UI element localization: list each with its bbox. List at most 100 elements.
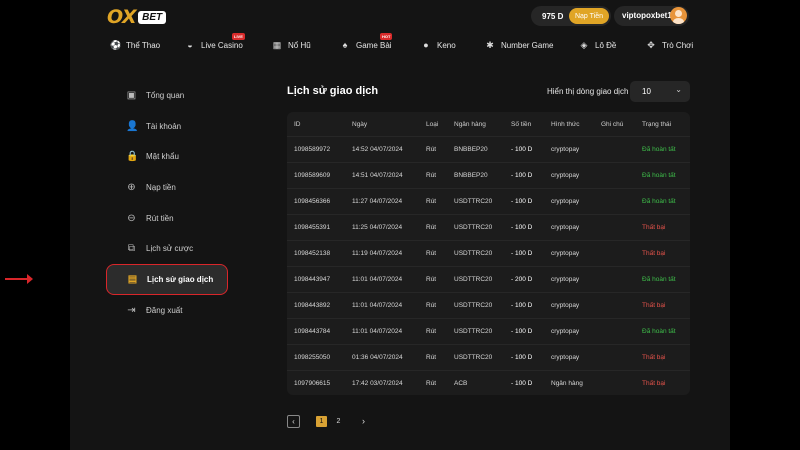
username: viptopoxbet1 xyxy=(622,11,672,20)
table-row: 1098443892 11:01 04/07/2024 Rút USDTTRC20 - … xyxy=(287,292,690,318)
prev-page-button[interactable]: ‹ xyxy=(287,415,300,428)
cell-bank: USDTTRC20 xyxy=(454,354,493,361)
cell-id: 1098589609 xyxy=(294,172,331,179)
cell-date: 14:52 04/07/2024 xyxy=(352,146,403,153)
sidebar-item-label: Mật khẩu xyxy=(146,152,179,161)
cell-id: 1098455391 xyxy=(294,224,331,231)
cell-method: cryptopay xyxy=(551,302,580,309)
transaction-history-icon: ▤ xyxy=(127,274,138,285)
cell-bank: USDTTRC20 xyxy=(454,224,493,231)
column-header-type: Loại xyxy=(426,121,439,128)
cell-method: cryptopay xyxy=(551,328,580,335)
page-1-button[interactable]: 1 xyxy=(316,416,327,427)
cell-type: Rút xyxy=(426,276,437,283)
cell-date: 11:25 04/07/2024 xyxy=(352,224,403,231)
sidebar-item-lich-su-giao-dich[interactable]: ▤ Lịch sử giao dịch xyxy=(106,264,228,295)
table-row: 1098455391 11:25 04/07/2024 Rút USDTTRC20 - … xyxy=(287,214,690,240)
table-row: 1098255050 01:36 04/07/2024 Rút USDTTRC20 - … xyxy=(287,344,690,370)
slot-icon: ▦ xyxy=(272,40,282,50)
cell-date: 11:27 04/07/2024 xyxy=(352,198,403,205)
cell-id: 1098443784 xyxy=(294,328,331,335)
deposit-button[interactable]: Nạp Tiền xyxy=(568,8,609,24)
cell-status: Đã hoàn tất xyxy=(642,198,676,205)
page-2-button[interactable]: 2 xyxy=(333,416,344,427)
user-menu[interactable]: viptopoxbet1 xyxy=(614,6,689,26)
number-wheel-icon: ✱ xyxy=(486,40,494,50)
cell-amount: - 100 D xyxy=(511,302,533,309)
nav-item-label: Number Game xyxy=(501,40,554,50)
nav-item-keno[interactable]: ● Keno xyxy=(421,40,455,50)
nav-item-no-hu[interactable]: ▦ Nổ Hũ xyxy=(272,40,311,50)
keno-ball-icon: ● xyxy=(423,40,429,50)
cell-status: Thất bại xyxy=(642,224,666,231)
cell-date: 17:42 03/07/2024 xyxy=(352,380,403,387)
column-header-date: Ngày xyxy=(352,121,368,128)
cell-id: 1098255050 xyxy=(294,354,331,361)
nav-item-label: Nổ Hũ xyxy=(288,40,311,50)
table-row: 1098589609 14:51 04/07/2024 Rút BNBBEP20 - 1… xyxy=(287,162,690,188)
cell-type: Rút xyxy=(426,146,437,153)
cell-bank: ACB xyxy=(454,380,468,387)
sidebar-item-tai-khoan[interactable]: 👤 Tài khoản xyxy=(126,121,181,132)
annotation-arrow xyxy=(5,274,33,284)
sidebar-item-tong-quan[interactable]: ▣ Tổng quan xyxy=(126,90,185,101)
nav-item-the-thao[interactable]: ⚽ Thể Thao xyxy=(110,40,160,50)
page-title: Lịch sử giao dịch xyxy=(287,85,379,97)
live-badge: LIVE xyxy=(232,33,245,40)
cell-type: Rút xyxy=(426,354,437,361)
bet-history-icon: ⧉ xyxy=(127,243,136,254)
deposit-icon: ⊕ xyxy=(127,182,136,193)
next-page-button[interactable]: › xyxy=(357,415,370,428)
nav-item-tro-choi[interactable]: ✥ Trò Chơi xyxy=(646,40,693,50)
soccer-ball-icon: ⚽ xyxy=(110,40,122,50)
column-header-id: ID xyxy=(294,121,301,128)
cell-method: cryptopay xyxy=(551,250,580,257)
table-row: 1097906615 17:42 03/07/2024 Rút ACB - 100 D N… xyxy=(287,370,690,396)
cell-amount: - 100 D xyxy=(511,250,533,257)
logout-icon: ⇥ xyxy=(127,305,136,316)
cell-bank: USDTTRC20 xyxy=(454,328,493,335)
avatar[interactable] xyxy=(670,7,687,24)
sidebar-item-rut-tien[interactable]: ⊖ Rút tiền xyxy=(126,213,174,224)
cell-id: 1098452138 xyxy=(294,250,331,257)
cell-id: 1098443892 xyxy=(294,302,331,309)
spade-icon: ♠ xyxy=(342,40,348,50)
table-row: 1098443947 11:01 04/07/2024 Rút USDTTRC20 - … xyxy=(287,266,690,292)
cell-bank: USDTTRC20 xyxy=(454,302,493,309)
sidebar-item-lich-su-cuoc[interactable]: ⧉ Lịch sử cược xyxy=(126,243,193,254)
nav-item-label: Thể Thao xyxy=(126,40,161,50)
nav-item-number-game[interactable]: ✱ Number Game xyxy=(485,40,553,50)
cell-type: Rút xyxy=(426,198,437,205)
sidebar-item-nap-tien[interactable]: ⊕ Nạp tiền xyxy=(126,182,176,193)
top-bar: OX BET 975 D Nạp Tiền viptopoxbet1 xyxy=(70,0,730,32)
cell-date: 11:01 04/07/2024 xyxy=(352,302,403,309)
cell-date: 14:51 04/07/2024 xyxy=(352,172,403,179)
cell-method: cryptopay xyxy=(551,198,580,205)
cell-bank: USDTTRC20 xyxy=(454,198,493,205)
cell-type: Rút xyxy=(426,380,437,387)
cell-type: Rút xyxy=(426,172,437,179)
sidebar-item-dang-xuat[interactable]: ⇥ Đăng xuất xyxy=(126,305,182,316)
logo-bet-text: BET xyxy=(138,10,167,24)
cell-id: 1098456366 xyxy=(294,198,331,205)
column-header-amount: Số tiền xyxy=(511,121,532,128)
rows-per-page-select[interactable]: 10 ⌄ xyxy=(630,81,690,102)
cell-date: 11:19 04/07/2024 xyxy=(352,250,403,257)
lock-icon: 🔒 xyxy=(126,151,139,162)
nav-item-live-casino[interactable]: ◒ Live Casino LIVE xyxy=(185,33,245,50)
cell-bank: BNBBEP20 xyxy=(454,172,488,179)
sidebar-item-mat-khau[interactable]: 🔒 Mật khẩu xyxy=(126,151,179,162)
cell-date: 11:01 04/07/2024 xyxy=(352,328,403,335)
balance-box: 975 D Nạp Tiền xyxy=(531,6,611,26)
cell-type: Rút xyxy=(426,250,437,257)
nav-item-lo-de[interactable]: ◈ Lô Đề xyxy=(579,40,617,50)
nav-item-game-bai[interactable]: ♠ Game Bài HOT xyxy=(340,33,393,50)
chevron-down-icon: ⌄ xyxy=(675,85,682,94)
cell-status: Thất bại xyxy=(642,302,666,309)
cell-status: Đã hoàn tất xyxy=(642,328,676,335)
cell-amount: - 100 D xyxy=(511,146,533,153)
cell-amount: - 100 D xyxy=(511,354,533,361)
logo[interactable]: OX BET xyxy=(107,6,167,28)
cell-status: Thất bại xyxy=(642,354,666,361)
sidebar-item-label: Rút tiền xyxy=(146,214,174,223)
